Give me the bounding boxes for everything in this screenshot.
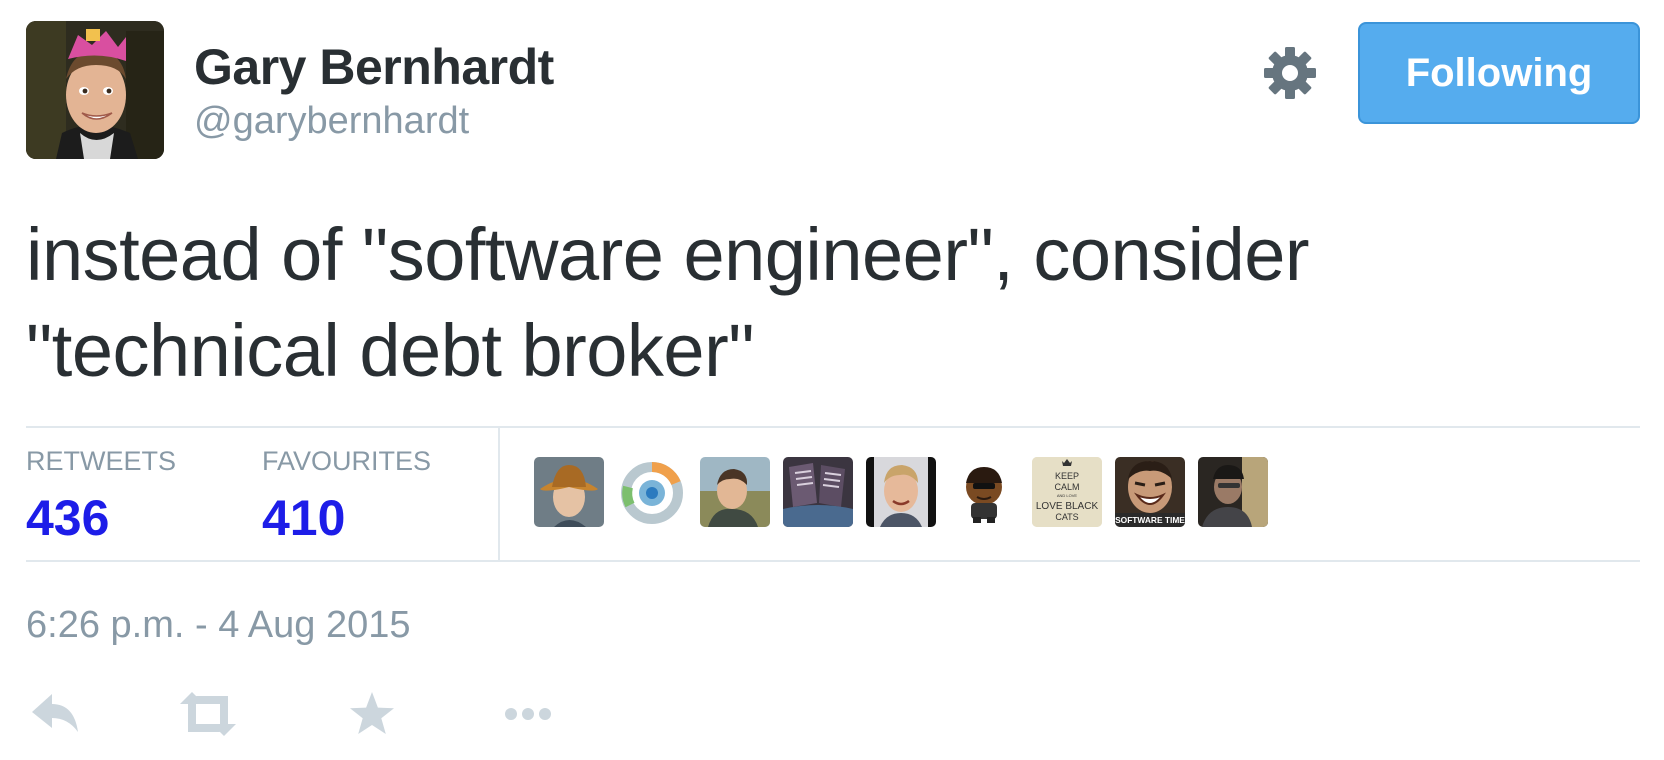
retweets-label: RETWEETS bbox=[26, 446, 177, 476]
software-time-caption: SOFTWARE TIME bbox=[1115, 515, 1185, 525]
keep-calm-line: CATS bbox=[1055, 512, 1078, 522]
favourites-count: 410 bbox=[262, 490, 346, 546]
reply-icon[interactable] bbox=[28, 688, 88, 740]
avatar-smiling-man[interactable] bbox=[866, 457, 936, 527]
favouriters-list: KEEP CALM AND LOVE LOVE BLACK CATS SOFTW… bbox=[534, 457, 1268, 527]
user-handle[interactable]: @garybernhardt bbox=[194, 100, 469, 143]
avatar-hat-person[interactable] bbox=[534, 457, 604, 527]
divider bbox=[498, 428, 500, 560]
tweet-text-line: instead of "software engineer", consider bbox=[26, 213, 1310, 296]
keep-calm-line: CALM bbox=[1054, 482, 1079, 492]
favourites-label: FAVOURITES bbox=[262, 446, 432, 476]
gear-icon[interactable] bbox=[1262, 45, 1318, 101]
retweets-stat[interactable]: RETWEETS 436 bbox=[26, 446, 176, 547]
avatar-shoes[interactable] bbox=[783, 457, 853, 527]
keep-calm-line: AND LOVE bbox=[1057, 493, 1078, 498]
avatar-man-dark[interactable] bbox=[1198, 457, 1268, 527]
tweet-text-line: "technical debt broker" bbox=[26, 309, 755, 392]
keep-calm-line: LOVE BLACK bbox=[1036, 501, 1099, 512]
more-icon[interactable] bbox=[502, 688, 562, 740]
avatar-keep-calm[interactable]: KEEP CALM AND LOVE LOVE BLACK CATS bbox=[1032, 457, 1102, 527]
following-button[interactable]: Following bbox=[1358, 22, 1640, 124]
keep-calm-line: KEEP bbox=[1055, 471, 1079, 481]
favourites-stat[interactable]: FAVOURITES 410 bbox=[262, 446, 431, 547]
retweets-count: 436 bbox=[26, 490, 110, 546]
divider bbox=[26, 426, 1640, 428]
user-name[interactable]: Gary Bernhardt bbox=[194, 38, 554, 96]
avatar-cartoon[interactable] bbox=[949, 457, 1019, 527]
avatar-software-time[interactable]: SOFTWARE TIME bbox=[1115, 457, 1185, 527]
avatar-man-outdoors[interactable] bbox=[700, 457, 770, 527]
tweet-text: instead of "software engineer", consider… bbox=[26, 207, 1586, 399]
tweet-timestamp[interactable]: 6:26 p.m. - 4 Aug 2015 bbox=[26, 604, 411, 647]
favourite-icon[interactable] bbox=[346, 688, 406, 740]
divider bbox=[26, 560, 1640, 562]
profile-photo bbox=[26, 21, 164, 159]
avatar[interactable] bbox=[26, 21, 164, 159]
retweet-icon[interactable] bbox=[178, 688, 238, 740]
avatar-circle-logo[interactable] bbox=[617, 457, 687, 527]
